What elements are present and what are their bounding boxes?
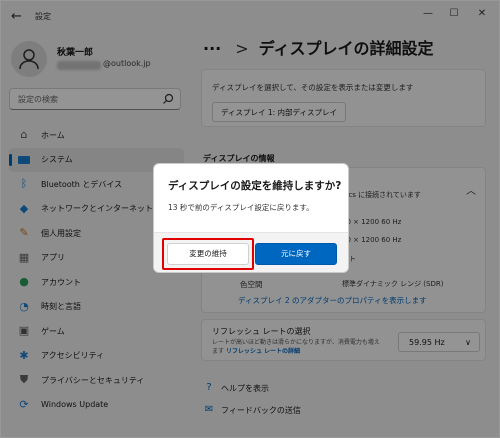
keep-changes-button[interactable]: 変更の維持	[167, 243, 249, 265]
revert-button[interactable]: 元に戻す	[255, 243, 337, 265]
settings-window: ← 設定 — ☐ ✕ 秋葉一郎 @outlook.jp 設定の検索 ⌂ ホーム	[0, 0, 500, 438]
dialog-footer: 変更の維持 元に戻す	[154, 232, 348, 272]
dialog-title: ディスプレイの設定を維持しますか?	[168, 180, 342, 192]
keep-display-settings-dialog: ディスプレイの設定を維持しますか? 13 秒で前のディスプレイ設定に戻ります。 …	[153, 163, 349, 273]
dialog-message: 13 秒で前のディスプレイ設定に戻ります。	[168, 203, 314, 212]
